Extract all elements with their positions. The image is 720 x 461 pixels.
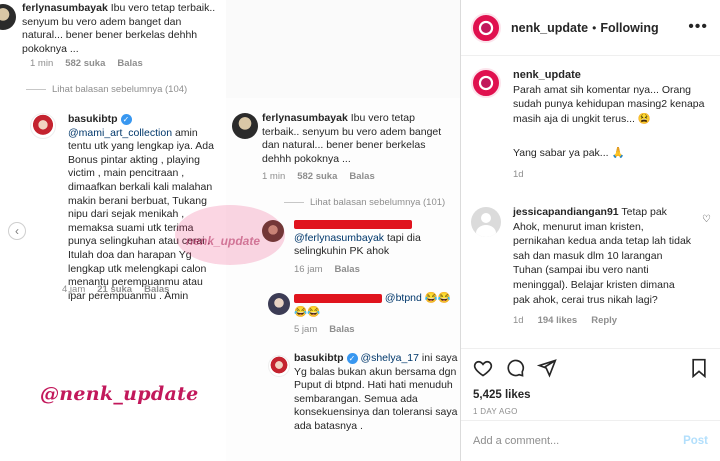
post-image: ferlynasumbayak Ibu vero tetap terbaik..… [0, 0, 461, 461]
following-button[interactable]: Following [600, 21, 658, 35]
post-sidebar: nenk_update • Following ••• nenk_update … [461, 0, 720, 461]
top-comment-panel: ferlynasumbayak Ibu vero tetap terbaik..… [0, 0, 226, 80]
reply-1-meta: 16 jam Balas [294, 264, 372, 275]
comment-time: 4 jam [62, 284, 86, 295]
post-caption: nenk_update Parah amat sih komentar nya.… [471, 68, 711, 180]
commenter-avatar [232, 113, 258, 139]
comment-likes: 21 suka [97, 284, 133, 295]
more-options-icon[interactable]: ••• [688, 18, 708, 36]
reply-2-meta: 5 jam Balas [294, 324, 367, 335]
carousel-prev-button[interactable]: ‹ [8, 222, 26, 240]
top-comment-text: ferlynasumbayak Ibu vero tetap terbaik..… [22, 2, 218, 56]
header-separator: • [592, 20, 597, 35]
caption-username[interactable]: nenk_update [513, 68, 711, 83]
comment-reply: Balas [349, 171, 375, 182]
left-comment-text: basukibtp ✓ @mami_art_collection amin te… [68, 113, 220, 303]
left-comment-meta: 4 jam 21 suka Balas [62, 284, 181, 295]
commenter-username[interactable]: jessicapandiangan91 [513, 206, 619, 218]
comment-time: 1d [513, 315, 524, 327]
like-count[interactable]: 5,425 likes [473, 389, 708, 401]
caption-body: nenk_update Parah amat sih komentar nya.… [513, 68, 711, 161]
comment-meta: 1d 194 likes Reply [513, 315, 711, 326]
top-comment-meta: 1 min 582 suka Balas [30, 58, 155, 69]
caption-time: 1d [513, 168, 524, 180]
comment-reply: Balas [117, 58, 143, 69]
comment-reply: Balas [334, 264, 360, 275]
comment-mention: @shelya_17 [360, 352, 419, 364]
comment-mention: @btpnd [384, 292, 422, 304]
caption-text-2: Yang sabar ya pak... 🙏 [513, 147, 625, 159]
basuki-avatar [268, 355, 290, 377]
basuki-avatar [30, 113, 56, 139]
verified-icon: ✓ [120, 113, 132, 125]
view-previous-replies: Lihat balasan sebelumnya (101) [284, 197, 445, 208]
watermark-center: nenk_update [186, 234, 261, 248]
right-comment-panel: ferlynasumbayak Ibu vero tetap terbaik..… [226, 98, 460, 461]
watermark-bottom: @nenk_update [40, 383, 199, 405]
post-date: 1 DAY AGO [473, 407, 518, 416]
right-top-meta: 1 min 582 suka Balas [262, 171, 387, 182]
comment-input[interactable] [473, 435, 684, 447]
reply-2-text: @btpnd 😂😂😂😂 [294, 292, 459, 319]
redacted-username [294, 219, 412, 229]
comment-like-heart-icon[interactable]: ♡ [702, 214, 711, 225]
comment-item: jessicapandiangan91 Tetap pak Ahok, menu… [471, 205, 711, 326]
comment-username: basukibtp [294, 352, 344, 364]
comment-text: Tetap pak Ahok, menurut iman kristen, pe… [513, 206, 692, 306]
commenter-avatar [0, 4, 16, 30]
view-previous-label: Lihat balasan sebelumnya (101) [310, 197, 446, 208]
commenter-avatar[interactable] [471, 207, 501, 237]
author-username[interactable]: nenk_update [511, 21, 588, 35]
post-header: nenk_update • Following ••• [461, 0, 720, 56]
action-icon-bar [473, 355, 708, 385]
comment-time: 1 min [30, 58, 54, 69]
comment-likes: 582 suka [65, 58, 106, 69]
comment-time: 16 jam [294, 264, 323, 275]
comment-likes: 582 suka [297, 171, 338, 182]
comment-bubble-icon[interactable] [505, 358, 525, 382]
reply-1-text: @ferlynasumbayak tapi dia selingkuhin PK… [294, 218, 454, 259]
right-top-comment-text: ferlynasumbayak Ibu vero tetap terbaik..… [262, 112, 454, 166]
verified-icon: ✓ [346, 352, 358, 364]
author-avatar[interactable] [471, 12, 501, 43]
view-previous-label: Lihat balasan sebelumnya (104) [52, 84, 188, 95]
comment-likes[interactable]: 194 likes [538, 315, 578, 326]
comment-username: ferlynasumbayak [262, 112, 348, 124]
like-heart-icon[interactable] [473, 358, 493, 382]
reply-avatar [268, 293, 290, 315]
redacted-username [294, 293, 382, 303]
author-avatar[interactable] [471, 68, 501, 98]
comment-body: jessicapandiangan91 Tetap pak Ahok, menu… [513, 205, 693, 307]
share-paper-plane-icon[interactable] [536, 358, 557, 382]
view-previous-replies: Lihat balasan sebelumnya (104) [26, 84, 187, 95]
comment-reply: Balas [329, 324, 355, 335]
comment-time: 5 jam [294, 324, 318, 335]
comment-reply: Balas [144, 284, 170, 295]
comment-mention: @mami_art_collection [68, 126, 173, 139]
caption-text: Parah amat sih komentar nya... Orang sud… [513, 83, 705, 125]
comment-reply-button[interactable]: Reply [591, 315, 617, 326]
add-comment-bar: Post [461, 420, 720, 461]
comment-username: ferlynasumbayak [22, 2, 108, 14]
comment-time: 1 min [262, 171, 286, 182]
post-comment-button[interactable]: Post [683, 435, 708, 447]
comment-username: basukibtp [68, 113, 118, 125]
save-bookmark-icon[interactable] [690, 358, 708, 382]
reply-3-text: basukibtp ✓ @shelya_17 ini saya Yg balas… [294, 352, 459, 434]
comment-mention: @ferlynasumbayak [294, 231, 385, 244]
